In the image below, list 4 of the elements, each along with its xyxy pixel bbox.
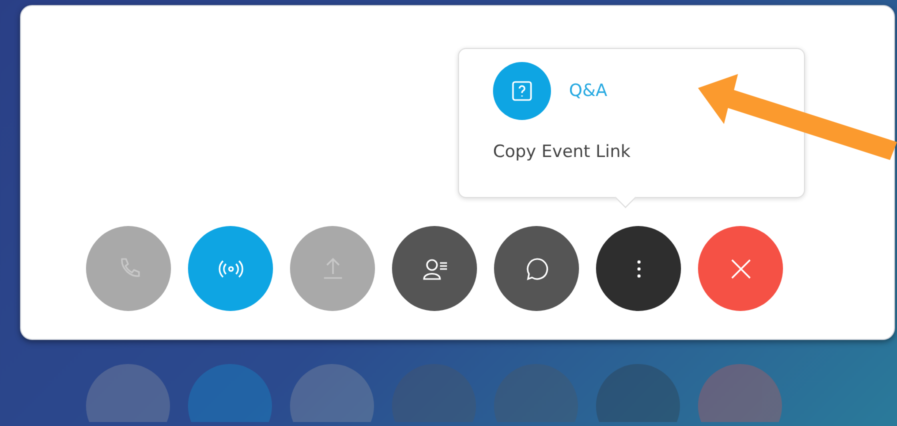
more-options-icon bbox=[636, 260, 640, 278]
menu-item-label[interactable]: Q&A bbox=[569, 81, 608, 101]
copy-link-menu-item[interactable]: Copy Event Link bbox=[493, 142, 804, 162]
qa-menu-item[interactable]: Q&A bbox=[493, 62, 804, 120]
